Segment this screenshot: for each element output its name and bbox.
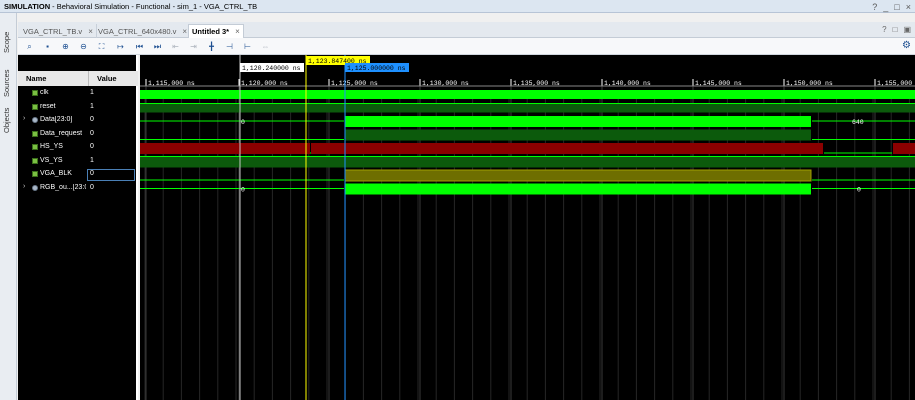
reset-wave (140, 103, 915, 113)
rgb-bus-value: 0 (241, 187, 245, 194)
bus-signal-icon (32, 184, 38, 191)
signal-row[interactable]: › Data[23:0] 0 (18, 114, 138, 127)
marker-label: 1,120.240000 ns (240, 63, 304, 72)
hs-wave-red (140, 143, 310, 154)
signal-name: VS_YS (40, 156, 63, 164)
data-bus-value: 0 (241, 119, 245, 126)
editor-tabbar: VGA_CTRL_TB.v × VGA_CTRL_640x480.v × Unt… (18, 22, 915, 38)
prev-marker-icon[interactable]: ⊣ (224, 41, 235, 52)
signal-row[interactable]: VS_YS 1 (18, 155, 138, 168)
hs-wave-red (311, 143, 823, 154)
tab-label: Untitled 3* (192, 27, 230, 36)
side-tab-strip: Scope Sources Objects (0, 13, 17, 400)
signal-name: Data_request (40, 129, 83, 137)
rgb-bus-value: 0 (857, 187, 861, 194)
signal-value: 0 (90, 116, 94, 123)
zoom-fit-icon[interactable]: ⛶ (96, 41, 107, 52)
signal-icon (32, 103, 38, 110)
goto-start-icon[interactable]: ⏮ (134, 41, 145, 52)
signal-name: HS_YS (40, 143, 63, 150)
next-marker-icon[interactable]: ⊢ (242, 41, 253, 52)
maximize-icon[interactable]: □ (894, 2, 899, 12)
side-tab-sources[interactable]: Sources (2, 69, 11, 97)
signal-row[interactable]: › RGB_ou...[23:0] 0 (18, 182, 138, 195)
next-transition-icon[interactable]: ⇥ (188, 41, 199, 52)
signal-row[interactable]: Data_request 0 (18, 128, 138, 141)
marker-label-text: 1,125.000000 ns (347, 65, 406, 72)
tabbar-controls: ? □ ▣ (882, 25, 911, 34)
help-icon[interactable]: ? (872, 2, 877, 12)
tab-label: VGA_CTRL_TB.v (23, 26, 83, 36)
expand-chevron-icon[interactable]: › (23, 183, 25, 190)
rgb-bus-active (345, 183, 811, 195)
signal-name-panel: Name Value clk 1 reset 1 › Data[23:0] 0 Data_re… (18, 55, 138, 400)
signal-row[interactable]: clk 1 (18, 87, 138, 100)
close-icon[interactable]: × (88, 27, 93, 36)
prev-transition-icon[interactable]: ⇤ (170, 41, 181, 52)
zoom-in-icon[interactable]: ⊕ (60, 41, 71, 52)
signal-value: 0 (90, 143, 94, 150)
close-icon[interactable]: × (906, 2, 911, 12)
signal-icon (32, 144, 38, 150)
minimize-icon[interactable]: _ (883, 2, 888, 12)
zoom-out-icon[interactable]: ⊖ (78, 41, 89, 52)
name-column-header[interactable]: Name (18, 71, 88, 86)
vs-wave (140, 156, 915, 168)
swap-cursors-icon[interactable]: ⇔ (260, 41, 271, 52)
signal-value: 1 (90, 89, 94, 96)
marker-label: 1,125.000000 ns (345, 63, 409, 72)
signal-name: clk (40, 89, 49, 96)
goto-cursor-icon[interactable]: ↦ (115, 41, 126, 52)
tab-vga-ctrl-640x480[interactable]: VGA_CTRL_640x480.v × (95, 24, 192, 38)
side-tab-objects[interactable]: Objects (2, 108, 11, 133)
tab-vga-ctrl-tb[interactable]: VGA_CTRL_TB.v × (20, 24, 97, 38)
waveform-canvas[interactable]: 1,115,000 ns 1,120,000 ns 1,125,000 ns 1,13… (140, 55, 915, 400)
wave-toolbar: ⌕ ▪ ⊕ ⊖ ⛶ ↦ ⏮ ⏭ ⇤ ⇥ ╋ ⊣ ⊢ ⇔ ⚙ (18, 38, 915, 55)
signal-name: VGA_BLK (40, 170, 72, 177)
signal-value: 0 (90, 183, 94, 191)
signal-name: RGB_ou...[23:0] (40, 183, 86, 191)
search-icon[interactable]: ⌕ (24, 41, 35, 52)
signal-value: 0 (87, 169, 135, 181)
expand-chevron-icon[interactable]: › (23, 115, 25, 122)
signal-value: 1 (90, 102, 94, 110)
signal-row[interactable]: reset 1 (18, 101, 138, 114)
window-controls: ? _ □ × (872, 0, 911, 13)
signal-icon (32, 157, 38, 164)
window-title: - Behavioral Simulation - Functional - s… (52, 1, 258, 11)
waveform-panel[interactable]: 1,115,000 ns 1,120,000 ns 1,125,000 ns 1,13… (140, 55, 915, 400)
vga-blk-high (344, 169, 812, 182)
window-titlebar: SIMULATION - Behavioral Simulation - Fun… (0, 0, 915, 13)
restore-icon[interactable]: □ (893, 25, 898, 34)
marker-label-text: 1,120.240000 ns (242, 65, 301, 72)
signal-row[interactable]: VGA_BLK 0 (18, 168, 138, 181)
save-icon[interactable]: ▪ (42, 41, 53, 52)
signal-icon (32, 171, 38, 177)
close-icon[interactable]: × (235, 27, 240, 36)
bus-signal-icon (32, 117, 38, 123)
tab-label: VGA_CTRL_640x480.v (98, 26, 177, 36)
maximize-icon[interactable]: ▣ (903, 25, 911, 34)
signal-value: 1 (90, 156, 94, 164)
data-bus-active (345, 116, 811, 127)
value-column-header[interactable]: Value (88, 71, 138, 86)
data-bus-value: 640 (852, 119, 864, 126)
tab-untitled-3[interactable]: Untitled 3* × (188, 24, 244, 38)
signal-name: Data[23:0] (40, 116, 73, 123)
signal-icon (32, 90, 38, 96)
clk-wave (140, 90, 915, 99)
hs-wave-red (893, 143, 915, 154)
side-tab-scope[interactable]: Scope (2, 32, 11, 53)
goto-end-icon[interactable]: ⏭ (152, 41, 163, 52)
signal-row[interactable]: HS_YS 0 (18, 141, 138, 154)
signal-name: reset (40, 102, 56, 110)
close-icon[interactable]: × (182, 27, 187, 36)
signal-value: 0 (90, 129, 94, 137)
add-marker-icon[interactable]: ╋ (206, 41, 217, 52)
help-icon[interactable]: ? (882, 25, 886, 34)
window-title-bold: SIMULATION (4, 1, 51, 11)
gear-icon[interactable]: ⚙ (902, 40, 911, 51)
signal-icon (32, 130, 38, 137)
data-request-high (345, 129, 811, 141)
